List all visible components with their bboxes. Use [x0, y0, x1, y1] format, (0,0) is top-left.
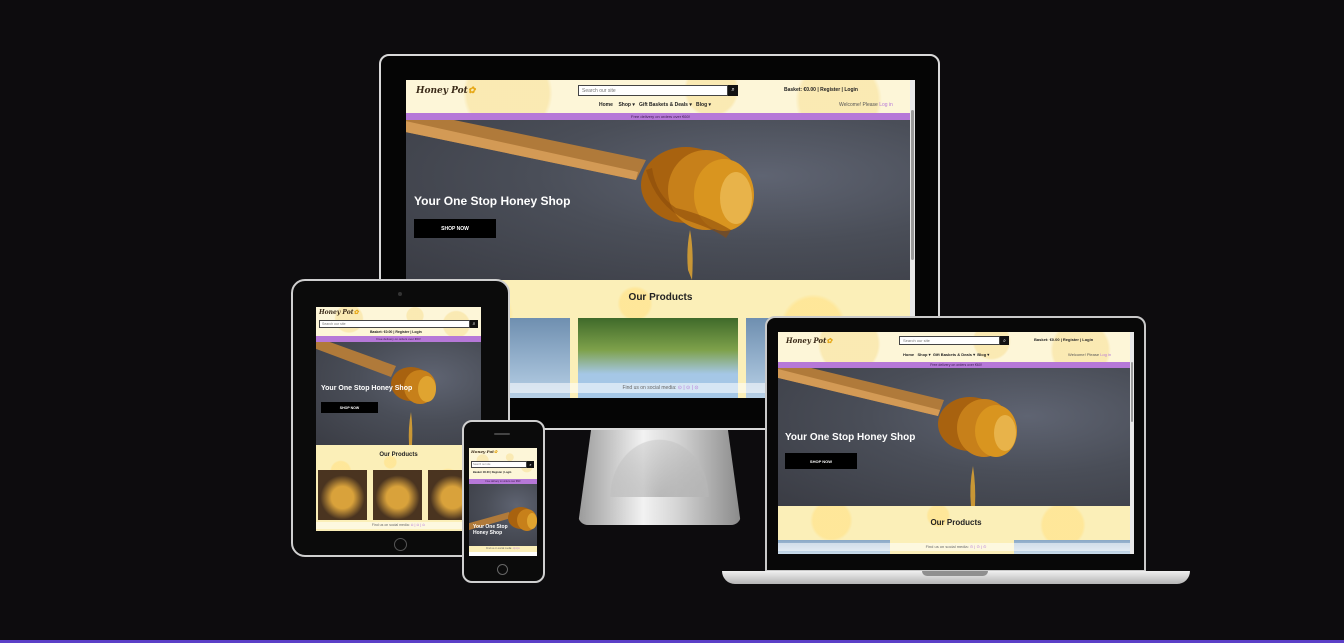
hero-section: Your One Stop Honey Shop SHOP NOW: [316, 342, 481, 445]
search-icon: ⌕: [731, 87, 735, 93]
search-icon: ⌕: [472, 321, 476, 327]
search-input[interactable]: Search our site: [471, 461, 527, 468]
site-logo[interactable]: Honey Pot✿: [471, 449, 497, 454]
social-icons[interactable]: ⊙ | ⊙ | ⊙: [678, 385, 699, 391]
register-link[interactable]: Register: [1063, 337, 1079, 342]
bee-icon: ✿: [353, 309, 359, 316]
tablet-camera: [398, 292, 402, 296]
site-logo[interactable]: Honey Pot✿: [786, 336, 832, 345]
social-icons[interactable]: ⊙ | ⊙ | ⊙: [970, 544, 987, 549]
products-title: Our Products: [379, 452, 418, 458]
social-links: Find us on social media: ⊙|⊙|⊙: [469, 546, 537, 552]
welcome-text: Welcome! Please Log in: [839, 102, 893, 108]
site-header: Honey Pot✿ Search our site ⌕ Basket: €0.…: [316, 307, 481, 336]
basket-link[interactable]: Basket: €0.00: [784, 87, 816, 93]
phone-screen: Honey Pot✿ Search our site ⌕ Basket: €0.…: [469, 448, 537, 556]
hero-title: Your One Stop Honey Shop: [321, 385, 413, 392]
hero-title: Your One Stop Honey Shop: [785, 432, 916, 443]
nav-blog[interactable]: Blog: [977, 352, 986, 357]
basket-link[interactable]: Basket: €0.00: [473, 471, 490, 474]
search-icon: ⌕: [1003, 337, 1006, 344]
laptop-notch: [922, 571, 988, 576]
search-button[interactable]: ⌕: [1000, 336, 1009, 345]
account-links: Basket: €0.00 | Register | Login: [370, 330, 422, 334]
bee-icon: ✿: [467, 86, 476, 96]
product-card[interactable]: [373, 470, 422, 520]
login-link[interactable]: Login: [844, 87, 858, 93]
shop-now-button[interactable]: SHOP NOW: [414, 219, 496, 238]
register-link[interactable]: Register: [820, 87, 840, 93]
search-button[interactable]: ⌕: [470, 320, 478, 328]
login-link[interactable]: Login: [504, 471, 511, 474]
search-button[interactable]: ⌕: [527, 461, 534, 468]
welcome-text: Welcome! Please Log in: [1068, 352, 1112, 357]
products-section: Our Products Find us on social media: ⊙ …: [316, 445, 481, 531]
tablet-screen: Honey Pot✿ Search our site ⌕ Basket: €0.…: [316, 307, 481, 531]
nav-blog[interactable]: Blog: [696, 102, 707, 108]
bee-icon: ✿: [826, 336, 833, 345]
search-input[interactable]: Search our site: [899, 336, 1000, 345]
login-link[interactable]: Login: [1082, 337, 1093, 342]
account-links: Basket: €0.00 | Register | Login: [473, 471, 512, 474]
register-link[interactable]: Register: [492, 471, 502, 474]
site-header: Honey Pot✿ Search our site ⌕ Basket: €0.…: [406, 80, 915, 113]
account-links: Basket: €0.00 | Register | Login: [1034, 337, 1094, 342]
hero-title: Your One Stop Honey Shop: [414, 194, 571, 208]
search-input[interactable]: Search our site: [578, 85, 728, 96]
desktop-monitor-stand: [578, 430, 741, 525]
laptop-screen: Honey Pot✿ Search our site ⌕ Basket: €0.…: [778, 332, 1134, 554]
nav-home[interactable]: Home: [903, 352, 914, 357]
social-icons[interactable]: ⊙|⊙|⊙: [513, 547, 520, 550]
nav-gift-baskets[interactable]: Gift Baskets & Deals: [933, 352, 972, 357]
account-links: Basket: €0.00 | Register | Login: [784, 87, 858, 93]
social-icons[interactable]: ⊙ | ⊙ | ⊙: [411, 523, 426, 527]
main-nav: Home Shop ▾ Gift Baskets & Deals ▾ Blog …: [599, 102, 712, 108]
social-links: Find us on social media: ⊙ | ⊙ | ⊙: [778, 543, 1134, 551]
delivery-banner: Free delivery on orders over €60!: [406, 113, 915, 120]
nav-gift-baskets[interactable]: Gift Baskets & Deals: [639, 102, 688, 108]
hero-section: Your One Stop Honey Shop SHOP NOW: [406, 120, 915, 280]
products-title: Our Products: [930, 518, 982, 527]
hero-title: Your One Stop Honey Shop: [473, 524, 508, 536]
welcome-login-link[interactable]: Log in: [1100, 352, 1111, 357]
login-link[interactable]: Login: [412, 330, 422, 334]
nav-shop[interactable]: Shop: [618, 102, 631, 108]
product-card[interactable]: [318, 470, 367, 520]
honey-dipper-image: [469, 507, 537, 531]
site-header: Honey Pot✿ Search our site ⌕ Basket: €0.…: [778, 332, 1134, 362]
hero-section: Your One Stop Honey Shop: [469, 484, 537, 546]
shop-now-button[interactable]: SHOP NOW: [785, 453, 857, 469]
welcome-login-link[interactable]: Log in: [879, 102, 893, 108]
site-logo[interactable]: Honey Pot✿: [319, 309, 359, 316]
phone-speaker: [494, 433, 510, 435]
social-links: Find us on social media: ⊙ | ⊙ | ⊙: [316, 522, 481, 529]
bee-icon: ✿: [494, 449, 498, 454]
scrollbar[interactable]: [1130, 332, 1134, 554]
tablet-home-button: [394, 538, 407, 551]
search-icon: ⌕: [529, 462, 532, 467]
site-header: Honey Pot✿ Search our site ⌕ Basket: €0.…: [469, 448, 537, 479]
hero-section: Your One Stop Honey Shop SHOP NOW: [778, 368, 1134, 506]
device-mockup-stage: Honey Pot✿ Search our site ⌕ Basket: €0.…: [0, 0, 1344, 643]
phone-home-button: [497, 564, 508, 575]
basket-link[interactable]: Basket: €0.00: [1034, 337, 1060, 342]
nav-shop[interactable]: Shop: [917, 352, 927, 357]
honey-dipper-image: [316, 342, 436, 445]
register-link[interactable]: Register: [395, 330, 409, 334]
nav-home[interactable]: Home: [599, 102, 613, 108]
basket-link[interactable]: Basket: €0.00: [370, 330, 392, 334]
site-logo[interactable]: Honey Pot✿: [416, 86, 475, 96]
products-section: Our Products Find us on social media: ⊙ …: [778, 506, 1134, 554]
search-input[interactable]: Search our site: [319, 320, 470, 328]
search-button[interactable]: ⌕: [728, 85, 738, 96]
main-nav: Home Shop ▾ Gift Baskets & Deals ▾ Blog …: [903, 352, 990, 357]
shop-now-button[interactable]: SHOP NOW: [321, 402, 378, 413]
